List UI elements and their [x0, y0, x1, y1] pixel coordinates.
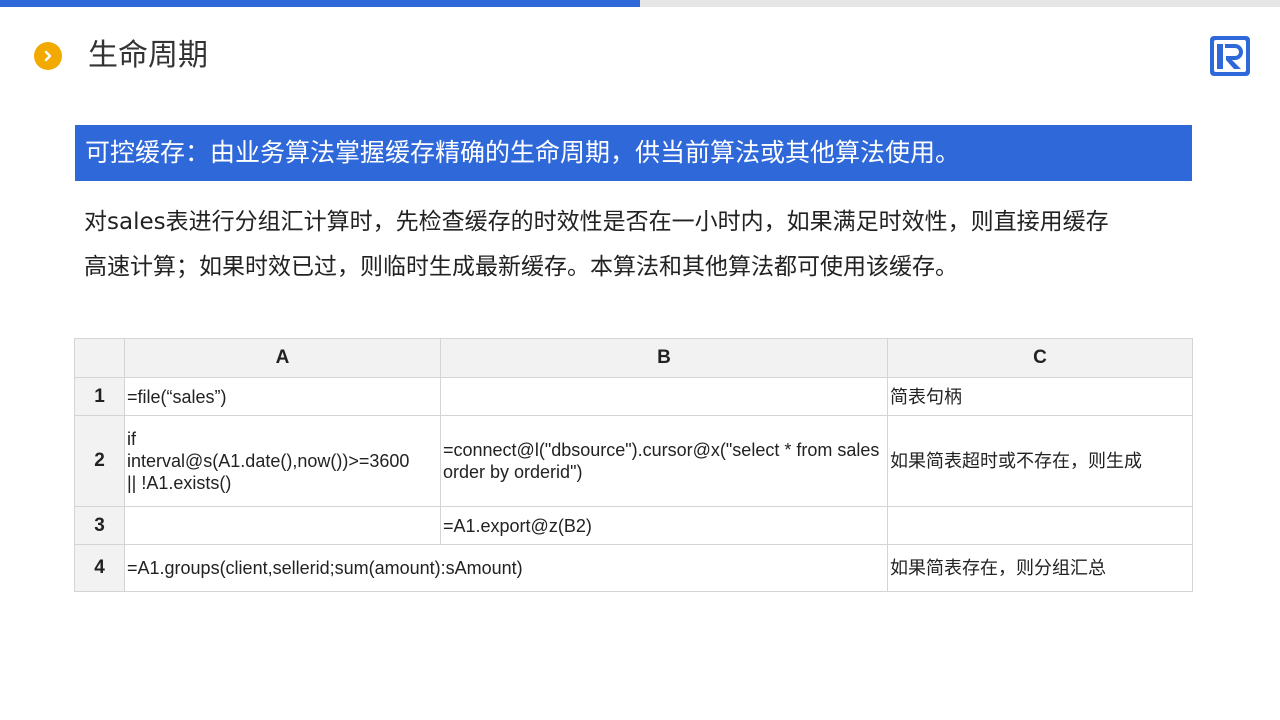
progress-bar-fill — [0, 0, 640, 7]
cell-c3[interactable] — [887, 506, 1193, 545]
column-header-b[interactable]: B — [440, 338, 888, 378]
description-line: 对sales表进行分组汇计算时，先检查缓存的时效性是否在一小时内，如果满足时效性… — [84, 209, 1109, 235]
spreadsheet-grid: A B C 1 =file(“sales”) 简表句柄 2 if interva… — [74, 338, 1193, 592]
cell-b2[interactable]: =connect@l("dbsource").cursor@x("select … — [440, 415, 888, 507]
description: 对sales表进行分组汇计算时，先检查缓存的时效性是否在一小时内，如果满足时效性… — [84, 200, 1204, 290]
column-header-c[interactable]: C — [887, 338, 1193, 378]
cell-b3[interactable]: =A1.export@z(B2) — [440, 506, 888, 545]
brand-logo-icon — [1210, 36, 1250, 76]
table-row: 4 =A1.groups(client,sellerid;sum(amount)… — [74, 544, 1193, 592]
cell-c2[interactable]: 如果简表超时或不存在，则生成 — [887, 415, 1193, 507]
description-line: 高速计算；如果时效已过，则临时生成最新缓存。本算法和其他算法都可使用该缓存。 — [84, 254, 958, 280]
table-row: 2 if interval@s(A1.date(),now())>=3600 |… — [74, 415, 1193, 507]
row-header[interactable]: 1 — [74, 377, 125, 416]
cell-b1[interactable] — [440, 377, 888, 416]
cell-a3[interactable] — [124, 506, 441, 545]
table-row: 3 =A1.export@z(B2) — [74, 506, 1193, 545]
progress-bar — [0, 0, 1280, 7]
cell-c1[interactable]: 简表句柄 — [887, 377, 1193, 416]
corner-cell — [74, 338, 125, 378]
highlight-banner: 可控缓存：由业务算法掌握缓存精确的生命周期，供当前算法或其他算法使用。 — [75, 125, 1192, 181]
cell-a2[interactable]: if interval@s(A1.date(),now())>=3600 || … — [124, 415, 441, 507]
chevron-right-icon — [34, 42, 62, 70]
row-header[interactable]: 3 — [74, 506, 125, 545]
row-header[interactable]: 4 — [74, 544, 125, 592]
page-title: 生命周期 — [88, 38, 208, 73]
column-header-a[interactable]: A — [124, 338, 441, 378]
row-header[interactable]: 2 — [74, 415, 125, 507]
table-row: 1 =file(“sales”) 简表句柄 — [74, 377, 1193, 416]
cell-a4[interactable]: =A1.groups(client,sellerid;sum(amount):s… — [124, 544, 888, 592]
cell-a1[interactable]: =file(“sales”) — [124, 377, 441, 416]
slide: 生命周期 可控缓存：由业务算法掌握缓存精确的生命周期，供当前算法或其他算法使用。… — [0, 0, 1280, 720]
cell-c4[interactable]: 如果简表存在，则分组汇总 — [887, 544, 1193, 592]
